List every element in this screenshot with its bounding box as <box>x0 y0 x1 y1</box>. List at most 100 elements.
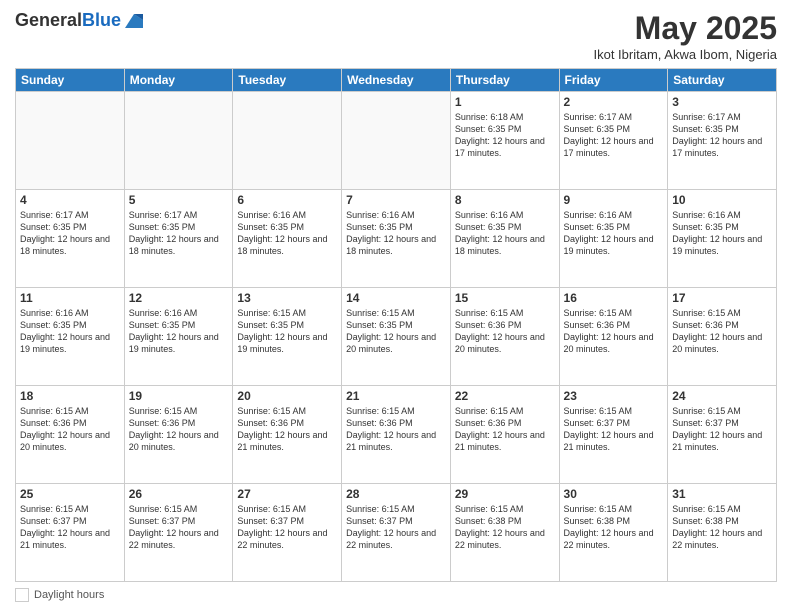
calendar-header-friday: Friday <box>559 69 668 92</box>
day-info: Sunrise: 6:15 AM Sunset: 6:37 PM Dayligh… <box>237 503 337 552</box>
day-number: 25 <box>20 487 120 501</box>
calendar-cell <box>16 92 125 190</box>
calendar-week-2: 4 Sunrise: 6:17 AM Sunset: 6:35 PM Daylig… <box>16 190 777 288</box>
page: GeneralBlue May 2025 Ikot Ibritam, Akwa … <box>0 0 792 612</box>
day-number: 16 <box>564 291 664 305</box>
day-number: 7 <box>346 193 446 207</box>
day-info: Sunrise: 6:16 AM Sunset: 6:35 PM Dayligh… <box>237 209 337 258</box>
logo-icon <box>123 10 145 32</box>
calendar-cell <box>342 92 451 190</box>
title-block: May 2025 Ikot Ibritam, Akwa Ibom, Nigeri… <box>593 10 777 62</box>
day-info: Sunrise: 6:15 AM Sunset: 6:35 PM Dayligh… <box>237 307 337 356</box>
day-info: Sunrise: 6:15 AM Sunset: 6:36 PM Dayligh… <box>672 307 772 356</box>
day-number: 31 <box>672 487 772 501</box>
calendar-cell: 17 Sunrise: 6:15 AM Sunset: 6:36 PM Dayli… <box>668 288 777 386</box>
calendar-cell: 3 Sunrise: 6:17 AM Sunset: 6:35 PM Daylig… <box>668 92 777 190</box>
calendar-cell: 2Sunrise: 6:17 AM Sunset: 6:35 PM Daylig… <box>559 92 668 190</box>
day-info: Sunrise: 6:15 AM Sunset: 6:38 PM Dayligh… <box>564 503 664 552</box>
day-info: Sunrise: 6:15 AM Sunset: 6:36 PM Dayligh… <box>20 405 120 454</box>
day-info: Sunrise: 6:15 AM Sunset: 6:36 PM Dayligh… <box>455 405 555 454</box>
day-info: Sunrise: 6:16 AM Sunset: 6:35 PM Dayligh… <box>455 209 555 258</box>
day-number: 26 <box>129 487 229 501</box>
day-info: Sunrise: 6:17 AM Sunset: 6:35 PM Dayligh… <box>672 111 772 160</box>
footer-label: Daylight hours <box>34 589 104 601</box>
day-info: Sunrise: 6:15 AM Sunset: 6:37 PM Dayligh… <box>564 405 664 454</box>
calendar-cell: 21 Sunrise: 6:15 AM Sunset: 6:36 PM Dayli… <box>342 386 451 484</box>
day-number: 27 <box>237 487 337 501</box>
day-info: Sunrise: 6:15 AM Sunset: 6:37 PM Dayligh… <box>129 503 229 552</box>
footer-box <box>15 588 29 602</box>
calendar-header-monday: Monday <box>124 69 233 92</box>
day-number: 20 <box>237 389 337 403</box>
day-info: Sunrise: 6:16 AM Sunset: 6:35 PM Dayligh… <box>672 209 772 258</box>
calendar-cell <box>124 92 233 190</box>
calendar-week-3: 11 Sunrise: 6:16 AM Sunset: 6:35 PM Dayli… <box>16 288 777 386</box>
calendar-cell: 27 Sunrise: 6:15 AM Sunset: 6:37 PM Dayli… <box>233 484 342 582</box>
calendar-cell: 22 Sunrise: 6:15 AM Sunset: 6:36 PM Dayli… <box>450 386 559 484</box>
day-number: 4 <box>20 193 120 207</box>
calendar-header-wednesday: Wednesday <box>342 69 451 92</box>
calendar-cell: 19 Sunrise: 6:15 AM Sunset: 6:36 PM Dayli… <box>124 386 233 484</box>
day-info: Sunrise: 6:17 AM Sunset: 6:35 PM Dayligh… <box>564 111 664 160</box>
day-info: Sunrise: 6:15 AM Sunset: 6:37 PM Dayligh… <box>20 503 120 552</box>
calendar-cell: 8Sunrise: 6:16 AM Sunset: 6:35 PM Daylig… <box>450 190 559 288</box>
day-info: Sunrise: 6:15 AM Sunset: 6:36 PM Dayligh… <box>346 405 446 454</box>
day-number: 9 <box>564 193 664 207</box>
day-info: Sunrise: 6:15 AM Sunset: 6:36 PM Dayligh… <box>564 307 664 356</box>
day-number: 24 <box>672 389 772 403</box>
calendar-cell: 30Sunrise: 6:15 AM Sunset: 6:38 PM Dayli… <box>559 484 668 582</box>
calendar-cell: 5Sunrise: 6:17 AM Sunset: 6:35 PM Daylig… <box>124 190 233 288</box>
calendar-cell: 9 Sunrise: 6:16 AM Sunset: 6:35 PM Daylig… <box>559 190 668 288</box>
footer: Daylight hours <box>15 588 777 602</box>
day-info: Sunrise: 6:15 AM Sunset: 6:38 PM Dayligh… <box>455 503 555 552</box>
day-number: 10 <box>672 193 772 207</box>
calendar-cell: 23 Sunrise: 6:15 AM Sunset: 6:37 PM Dayli… <box>559 386 668 484</box>
calendar-header-row: SundayMondayTuesdayWednesdayThursdayFrid… <box>16 69 777 92</box>
day-number: 19 <box>129 389 229 403</box>
calendar-cell: 31 Sunrise: 6:15 AM Sunset: 6:38 PM Dayli… <box>668 484 777 582</box>
calendar-header-tuesday: Tuesday <box>233 69 342 92</box>
day-number: 12 <box>129 291 229 305</box>
calendar-cell: 29Sunrise: 6:15 AM Sunset: 6:38 PM Dayli… <box>450 484 559 582</box>
calendar-cell: 13Sunrise: 6:15 AM Sunset: 6:35 PM Dayli… <box>233 288 342 386</box>
day-number: 3 <box>672 95 772 109</box>
calendar-cell: 16 Sunrise: 6:15 AM Sunset: 6:36 PM Dayli… <box>559 288 668 386</box>
calendar-header-sunday: Sunday <box>16 69 125 92</box>
day-info: Sunrise: 6:17 AM Sunset: 6:35 PM Dayligh… <box>20 209 120 258</box>
calendar-cell: 28Sunrise: 6:15 AM Sunset: 6:37 PM Dayli… <box>342 484 451 582</box>
logo: GeneralBlue <box>15 10 145 32</box>
day-info: Sunrise: 6:15 AM Sunset: 6:37 PM Dayligh… <box>672 405 772 454</box>
day-info: Sunrise: 6:16 AM Sunset: 6:35 PM Dayligh… <box>129 307 229 356</box>
day-number: 11 <box>20 291 120 305</box>
month-title: May 2025 <box>593 10 777 47</box>
logo-text: GeneralBlue <box>15 10 145 32</box>
calendar-cell <box>233 92 342 190</box>
day-number: 6 <box>237 193 337 207</box>
calendar-cell: 20 Sunrise: 6:15 AM Sunset: 6:36 PM Dayli… <box>233 386 342 484</box>
logo-blue: Blue <box>82 10 121 30</box>
calendar-cell: 15Sunrise: 6:15 AM Sunset: 6:36 PM Dayli… <box>450 288 559 386</box>
location-title: Ikot Ibritam, Akwa Ibom, Nigeria <box>593 47 777 62</box>
day-info: Sunrise: 6:15 AM Sunset: 6:38 PM Dayligh… <box>672 503 772 552</box>
calendar-header-thursday: Thursday <box>450 69 559 92</box>
day-info: Sunrise: 6:16 AM Sunset: 6:35 PM Dayligh… <box>346 209 446 258</box>
day-number: 17 <box>672 291 772 305</box>
day-info: Sunrise: 6:16 AM Sunset: 6:35 PM Dayligh… <box>564 209 664 258</box>
calendar-cell: 6 Sunrise: 6:16 AM Sunset: 6:35 PM Daylig… <box>233 190 342 288</box>
day-number: 22 <box>455 389 555 403</box>
calendar-cell: 14Sunrise: 6:15 AM Sunset: 6:35 PM Dayli… <box>342 288 451 386</box>
day-info: Sunrise: 6:15 AM Sunset: 6:35 PM Dayligh… <box>346 307 446 356</box>
day-info: Sunrise: 6:15 AM Sunset: 6:36 PM Dayligh… <box>129 405 229 454</box>
calendar-cell: 25 Sunrise: 6:15 AM Sunset: 6:37 PM Dayli… <box>16 484 125 582</box>
day-info: Sunrise: 6:15 AM Sunset: 6:36 PM Dayligh… <box>237 405 337 454</box>
day-number: 1 <box>455 95 555 109</box>
day-number: 21 <box>346 389 446 403</box>
calendar-cell: 12 Sunrise: 6:16 AM Sunset: 6:35 PM Dayli… <box>124 288 233 386</box>
day-info: Sunrise: 6:17 AM Sunset: 6:35 PM Dayligh… <box>129 209 229 258</box>
calendar-week-4: 18Sunrise: 6:15 AM Sunset: 6:36 PM Dayli… <box>16 386 777 484</box>
logo-general: General <box>15 10 82 30</box>
calendar-week-5: 25 Sunrise: 6:15 AM Sunset: 6:37 PM Dayli… <box>16 484 777 582</box>
header: GeneralBlue May 2025 Ikot Ibritam, Akwa … <box>15 10 777 62</box>
day-number: 23 <box>564 389 664 403</box>
day-info: Sunrise: 6:16 AM Sunset: 6:35 PM Dayligh… <box>20 307 120 356</box>
